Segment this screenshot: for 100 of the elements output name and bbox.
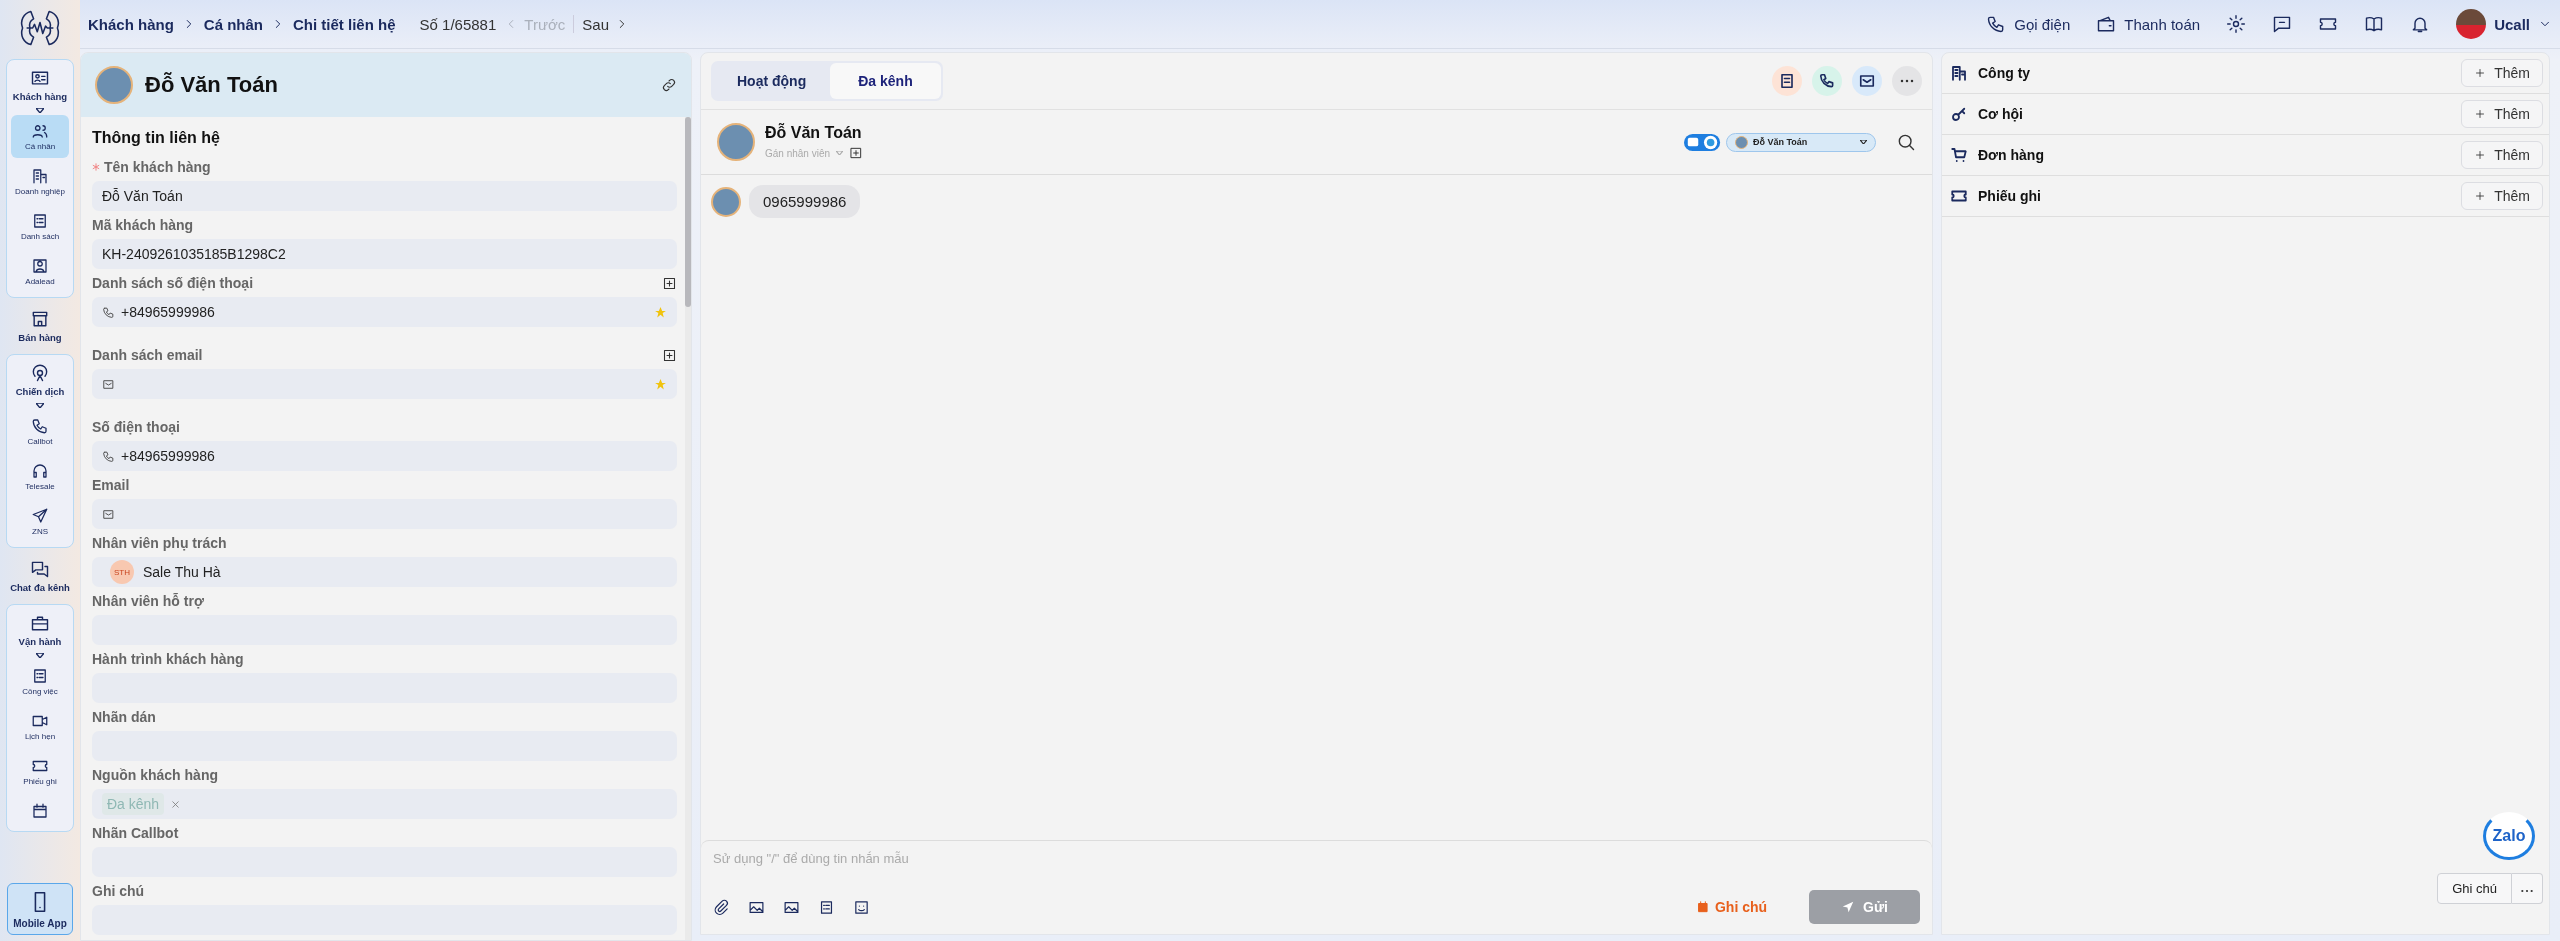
breadcrumb-link[interactable]: Cá nhân (203, 15, 264, 33)
nav-item[interactable]: Công việc (11, 660, 69, 703)
nav-item[interactable]: Callbot (11, 410, 69, 453)
add-icon[interactable] (849, 146, 864, 160)
calendar-icon (31, 802, 49, 820)
plus-icon (2474, 108, 2487, 120)
briefcase-icon (30, 613, 50, 633)
message-input[interactable]: Sử dụng "/" để dùng tin nhắn mẫu (713, 851, 1920, 866)
chat-bubbles-icon (30, 559, 50, 579)
attachment-icon[interactable] (713, 898, 730, 916)
caret-icon[interactable] (36, 108, 44, 113)
section-title: Đơn hàng (1978, 147, 2044, 163)
field-value: Sale Thu Hà (143, 564, 221, 580)
phone-icon[interactable] (1812, 66, 1842, 96)
broadcast-icon (30, 363, 50, 383)
template-icon[interactable] (818, 898, 835, 916)
add-icon[interactable] (662, 347, 677, 363)
section-title: Phiếu ghi (1978, 188, 2041, 204)
channel-account-dropdown[interactable]: Đỗ Văn Toán (1726, 132, 1876, 152)
nav-item[interactable]: Telesale (11, 455, 69, 498)
building-icon (31, 167, 49, 185)
input-field[interactable]: Đỗ Văn Toán (92, 181, 677, 211)
avatar-photo-placeholder (711, 186, 741, 217)
field-label: Nhân viên phụ trách (92, 535, 227, 551)
next-button[interactable]: Sau (582, 15, 629, 33)
link-icon[interactable] (661, 77, 677, 93)
caret-icon[interactable] (36, 403, 44, 408)
mail-icon[interactable] (1852, 66, 1882, 96)
field-value: +84965999986 (121, 304, 215, 320)
add-button[interactable]: Thêm (2461, 100, 2543, 128)
nav-item[interactable]: ZNS (11, 500, 69, 543)
wallet-icon (2096, 14, 2117, 34)
section-title: Cơ hội (1978, 106, 2023, 122)
headset-icon (31, 462, 49, 480)
star-icon[interactable] (654, 305, 667, 319)
emoji-icon[interactable] (853, 898, 870, 916)
field-label: Nhân viên hỗ trợ (92, 593, 204, 609)
input-field[interactable]: +84965999986 (92, 441, 677, 471)
note-icon[interactable] (1772, 66, 1802, 96)
plus-icon (2474, 190, 2487, 202)
mail-icon (102, 507, 115, 521)
input-field[interactable]: STH Sale Thu Hà (92, 557, 677, 587)
section-title: Công ty (1978, 65, 2031, 81)
star-icon[interactable] (654, 377, 667, 391)
nav-item[interactable]: Cá nhân (11, 115, 69, 158)
nav-item[interactable]: Lịch hẹn (11, 705, 69, 748)
nav-item[interactable]: Vận hành (9, 609, 71, 651)
tag: Đa kênh (102, 793, 165, 815)
field-label: Nhãn dán (92, 709, 156, 725)
remove-icon[interactable] (170, 798, 182, 810)
avatar-photo-placeholder (1735, 135, 1748, 149)
phone-icon (102, 449, 115, 463)
breadcrumb-link[interactable]: Khách hàng (88, 15, 174, 33)
send-icon (1841, 900, 1856, 914)
call-button[interactable]: Gọi điện (1986, 14, 2071, 34)
field-label: Email (92, 477, 130, 493)
add-button[interactable]: Thêm (2461, 59, 2543, 87)
input-field[interactable] (92, 369, 677, 399)
add-button[interactable]: Thêm (2461, 182, 2543, 210)
send-icon (31, 507, 49, 525)
nav-item[interactable]: Danh sách (11, 205, 69, 248)
input-field[interactable]: +84965999986 (92, 297, 677, 327)
search-icon[interactable] (1896, 132, 1916, 152)
message-icon[interactable] (2272, 14, 2293, 34)
field-label: Số điện thoại (92, 419, 180, 435)
book-icon[interactable] (2364, 14, 2385, 34)
list-icon (31, 212, 49, 230)
zalo-chat-widget[interactable]: Zalo (2483, 812, 2535, 860)
field-label: Danh sách số điện thoại (92, 275, 254, 291)
payment-button[interactable]: Thanh toán (2096, 14, 2201, 34)
nav-item[interactable]: Bán hàng (9, 305, 71, 347)
nav-item[interactable]: Phiếu ghi (11, 750, 69, 793)
add-icon[interactable] (662, 275, 677, 291)
user-menu[interactable]: Ucall (2456, 9, 2552, 39)
id-card-icon (30, 68, 50, 88)
tab[interactable]: Hoạt động (713, 63, 831, 99)
breadcrumb-link[interactable]: Chi tiết liên hệ (293, 15, 396, 33)
add-button[interactable]: Thêm (2461, 141, 2543, 169)
more-icon (2520, 889, 2534, 893)
plus-icon (2474, 149, 2487, 161)
mobile-app-button[interactable]: Mobile App (7, 883, 73, 935)
nav-item[interactable]: Adalead (11, 250, 69, 293)
nav-item[interactable]: Khách hàng (9, 64, 71, 106)
settings-icon[interactable] (2226, 14, 2247, 34)
nav-item[interactable]: Chiến dịch (9, 359, 71, 401)
user-avatar-placeholder (2456, 9, 2487, 39)
input-field[interactable] (92, 499, 677, 529)
field-label: Nhãn Callbot (92, 825, 179, 841)
note-button[interactable]: Ghi chú (2437, 873, 2512, 904)
tab[interactable]: Đa kênh (830, 63, 941, 99)
input-field[interactable]: KH-2409261035185B1298C2 (92, 239, 677, 269)
building-icon (1950, 64, 1968, 82)
caret-icon[interactable] (36, 653, 44, 658)
scrollbar[interactable] (685, 117, 691, 940)
field-label: Danh sách email (92, 347, 203, 363)
field-value: KH-2409261035185B1298C2 (102, 246, 286, 262)
field-label: Mã khách hàng (92, 217, 194, 233)
nav-item[interactable]: Doanh nghiệp (11, 160, 69, 203)
avatar-photo-placeholder (95, 66, 133, 104)
nav-item[interactable]: Chat đa kênh (9, 555, 71, 597)
